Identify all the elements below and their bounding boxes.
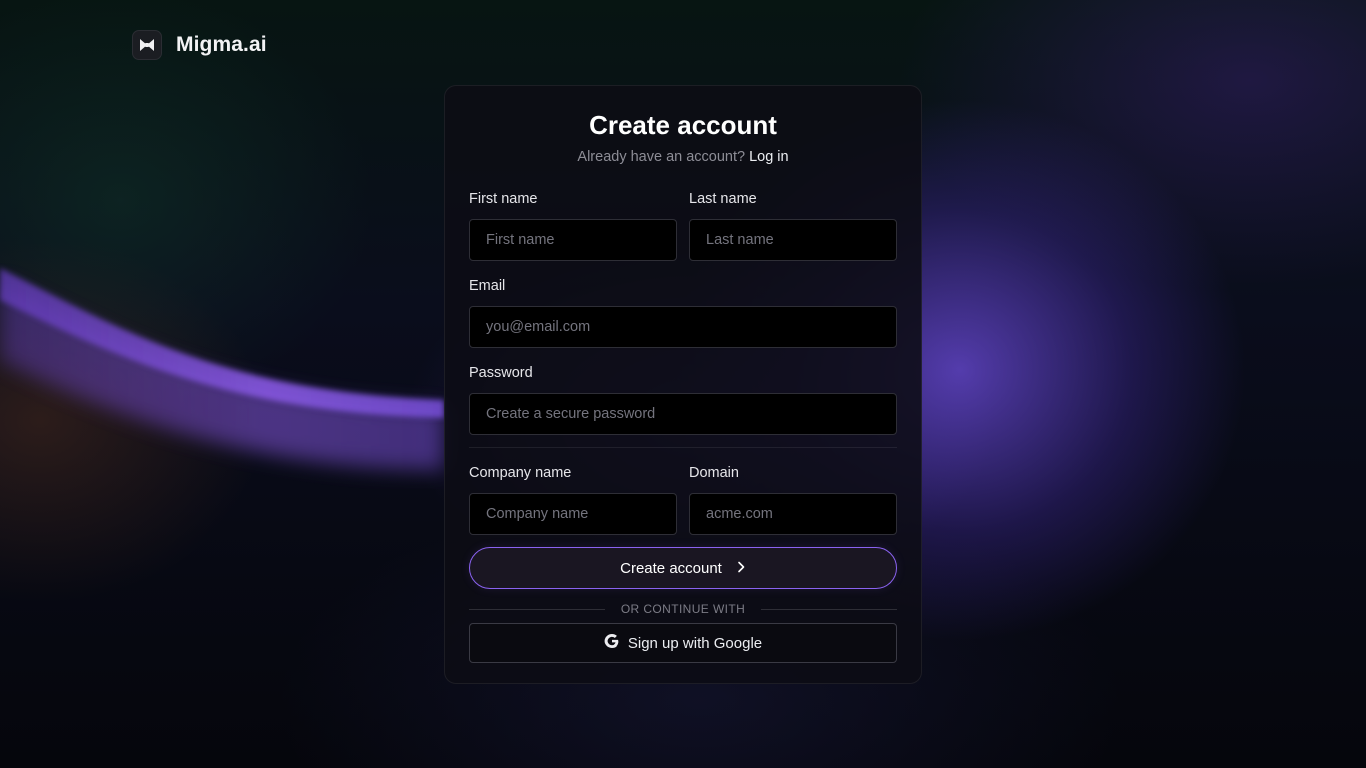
or-line-left [469,608,605,610]
or-line-right [761,608,898,610]
or-separator: OR CONTINUE WITH [469,602,898,616]
last-name-input[interactable] [689,219,897,261]
first-name-label: First name [469,191,538,207]
domain-group: Domain [689,464,897,535]
domain-input[interactable] [689,493,897,535]
last-name-group: Last name [689,190,897,261]
login-link[interactable]: Log in [749,149,789,165]
chevron-right-icon [736,560,746,577]
bowtie-icon [132,30,162,60]
password-label: Password [469,365,533,381]
brand-name: Migma.ai [176,33,267,56]
domain-label: Domain [689,465,739,481]
company-name-label: Company name [469,465,572,481]
first-name-group: First name [469,190,677,261]
create-account-button[interactable]: Create account [469,547,897,589]
create-account-label: Create account [620,559,722,577]
google-signup-button[interactable]: Sign up with Google [469,623,897,663]
or-continue-text: OR CONTINUE WITH [620,602,746,616]
first-name-input[interactable] [469,219,677,261]
page-title: Create account [589,110,777,140]
password-group: Password [469,364,897,435]
signup-card: Create account Already have an account? L… [444,85,922,684]
last-name-label: Last name [689,191,757,207]
email-label: Email [469,278,506,294]
have-account-text: Already have an account? [577,149,746,165]
email-input[interactable] [469,306,897,348]
email-group: Email [469,277,897,348]
section-divider [469,447,897,448]
google-icon [604,633,620,653]
company-group: Company name [469,464,677,535]
brand[interactable]: Migma.ai [132,30,267,60]
company-name-input[interactable] [469,493,677,535]
password-input[interactable] [469,393,897,435]
login-prompt: Already have an account? Log in [469,148,897,166]
google-signup-label: Sign up with Google [627,634,763,652]
